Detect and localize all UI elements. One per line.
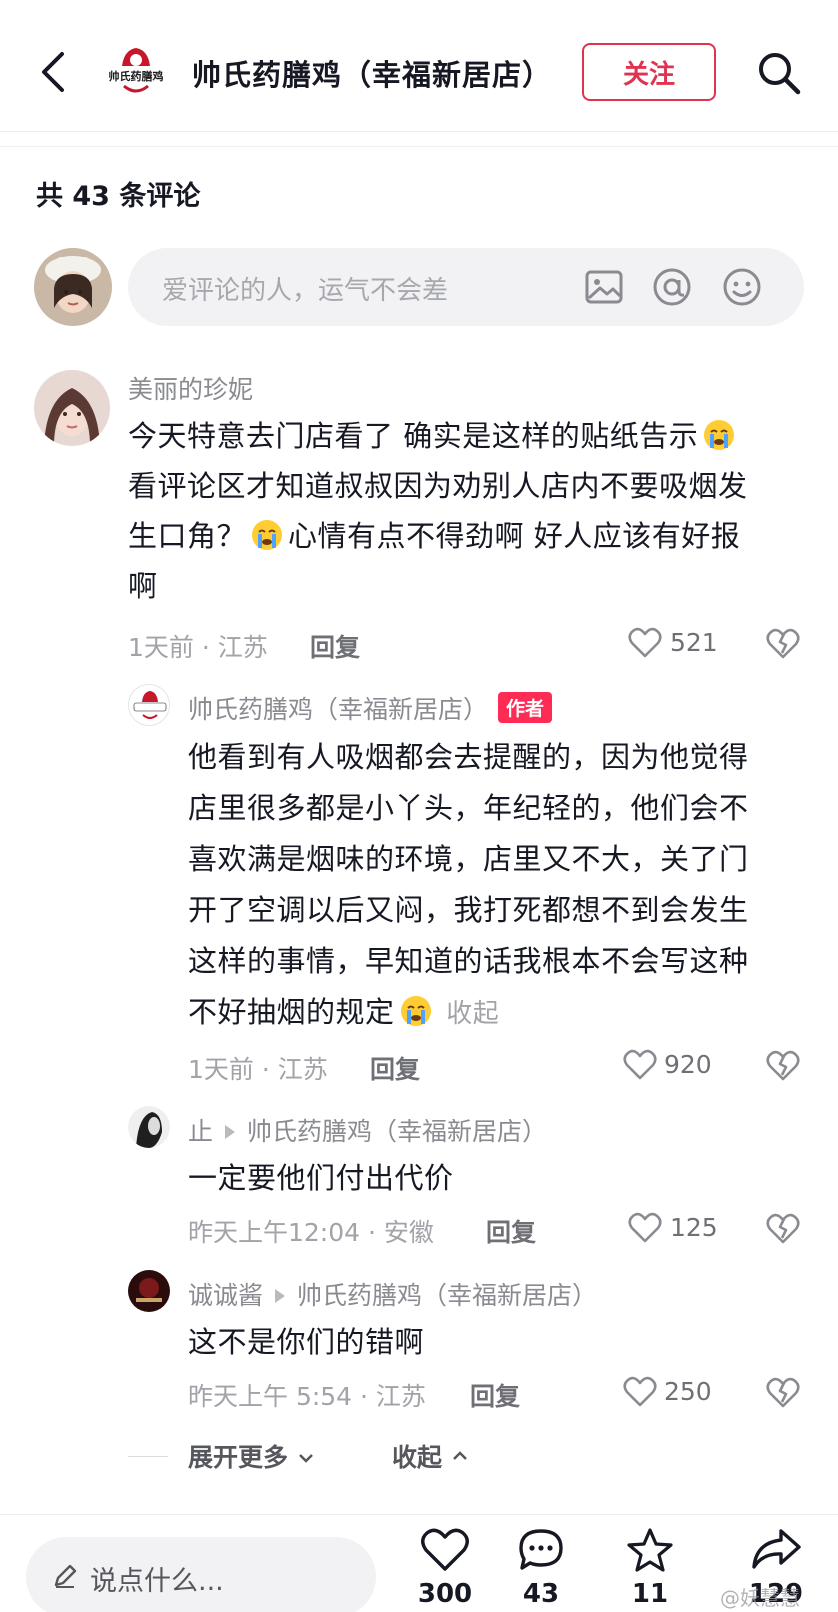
reply-text: 他看到有人吸烟都会去提醒的，因为他觉得 店里很多都是小丫头，年纪轻的，他们会不 … <box>188 732 798 1040</box>
reply-author-name: 帅氏药膳鸡（幸福新居店） 作者 <box>188 690 553 726</box>
reply-line: 这样的事情，早知道的话我根本不会写这种 <box>188 944 749 978</box>
reply-user-name[interactable]: 诚诚酱 <box>188 1281 263 1310</box>
bottom-action-bar: 说点什么... 300 43 11 129 <box>0 1514 838 1612</box>
comment-input-placeholder: 爱评论的人，运气不会差 <box>162 276 449 306</box>
like-action[interactable]: 300 <box>405 1527 485 1609</box>
reply-to-name[interactable]: 帅氏药膳鸡（幸福新居店） <box>247 1117 547 1146</box>
reply-line: 喜欢满是烟味的环境，店里又不大，关了门 <box>188 842 749 876</box>
reply-user-name[interactable]: 止 <box>188 1117 213 1146</box>
heart-icon[interactable] <box>628 627 662 659</box>
pencil-icon <box>54 1564 77 1588</box>
image-icon[interactable] <box>582 265 626 309</box>
like-count: 521 <box>670 628 718 657</box>
commenter-avatar[interactable] <box>34 370 110 446</box>
reply-line: 店里很多都是小丫头，年纪轻的，他们会不 <box>188 791 749 825</box>
dislike-icon[interactable] <box>766 1375 800 1409</box>
shop-logo[interactable]: 帅氏药膳鸡 <box>100 36 172 108</box>
my-avatar[interactable] <box>34 248 112 326</box>
at-icon[interactable] <box>650 265 694 309</box>
reply-button[interactable]: 回复 <box>310 628 360 664</box>
reply-button[interactable]: 回复 <box>486 1213 536 1249</box>
comment-line: 今天特意去门店看了 确实是这样的贴纸告示 <box>128 411 788 461</box>
reply-avatar[interactable] <box>128 1106 170 1148</box>
reply-author-name-text[interactable]: 帅氏药膳鸡（幸福新居店） <box>188 695 488 724</box>
expand-divider <box>128 1456 168 1457</box>
heart-icon[interactable] <box>623 1049 657 1081</box>
chevron-down-icon <box>298 1454 313 1463</box>
star-icon <box>627 1528 673 1572</box>
reply-to-arrow-icon <box>225 1125 236 1139</box>
author-badge: 作者 <box>498 692 553 723</box>
collapse-replies-button[interactable]: 收起 <box>392 1438 469 1474</box>
crying-emoji-icon <box>252 520 283 550</box>
dislike-icon[interactable] <box>766 626 800 660</box>
back-icon[interactable] <box>38 50 68 94</box>
comment-line: 生口角？ 心情有点不得劲啊 好人应该有好报 <box>128 519 741 553</box>
like-total: 300 <box>417 1579 473 1609</box>
expand-more-label: 展开更多 <box>188 1443 289 1472</box>
share-icon <box>752 1529 801 1569</box>
dislike-icon[interactable] <box>766 1211 800 1245</box>
heart-icon[interactable] <box>628 1212 662 1244</box>
comment-total: 43 <box>522 1579 560 1609</box>
like-count: 250 <box>664 1377 712 1406</box>
comment-line: 看评论区才知道叔叔因为劝别人店内不要吸烟发 <box>128 469 748 503</box>
comment-text: 今天特意去门店看了 确实是这样的贴纸告示 看评论区才知道叔叔因为劝别人店内不要吸… <box>128 411 788 611</box>
favorite-action[interactable]: 11 <box>610 1527 690 1609</box>
say-something-input[interactable]: 说点什么... <box>26 1537 376 1612</box>
reply-line: 不好抽烟的规定 收起 <box>188 995 500 1029</box>
search-icon[interactable] <box>756 50 802 96</box>
chevron-up-icon <box>452 1451 467 1460</box>
comment-line: 啊 <box>128 569 158 603</box>
reply-meta: 1天前 · 江苏 <box>188 1055 328 1084</box>
heart-icon[interactable] <box>623 1376 657 1408</box>
collapse-replies-label: 收起 <box>392 1443 443 1472</box>
reply-button[interactable]: 回复 <box>370 1050 420 1086</box>
reply-avatar[interactable] <box>128 1270 170 1312</box>
header-divider <box>0 146 838 147</box>
reply-line: 他看到有人吸烟都会去提醒的，因为他觉得 <box>188 740 749 774</box>
reply-to-arrow-icon <box>275 1289 286 1303</box>
top-header: 帅氏药膳鸡 帅氏药膳鸡（幸福新居店） 关注 <box>0 0 838 132</box>
dislike-icon[interactable] <box>766 1048 800 1082</box>
comment-input[interactable]: 爱评论的人，运气不会差 <box>128 248 804 326</box>
comment-action[interactable]: 43 <box>501 1527 581 1609</box>
shop-title[interactable]: 帅氏药膳鸡（幸福新居店） <box>192 52 552 94</box>
heart-icon <box>421 1528 469 1571</box>
reply-meta: 昨天上午 5:54 · 江苏 <box>188 1382 426 1411</box>
say-something-placeholder: 说点什么... <box>90 1566 224 1597</box>
reply-line: 开了空调以后又闷，我打死都想不到会发生 <box>188 893 749 927</box>
collapse-text-button[interactable]: 收起 <box>446 999 499 1029</box>
comment-icon <box>519 1529 563 1570</box>
reply-to-name[interactable]: 帅氏药膳鸡（幸福新居店） <box>297 1281 597 1310</box>
comment-meta: 1天前 · 江苏 <box>128 633 268 662</box>
like-count: 125 <box>670 1213 718 1242</box>
emoji-icon[interactable] <box>720 265 764 309</box>
reply-text: 一定要他们付出代价 <box>188 1161 454 1195</box>
shop-logo-image: 帅氏药膳鸡 <box>101 37 171 107</box>
watermark: @妖慧慧 <box>720 1586 800 1610</box>
comment-count: 共 43 条评论 <box>36 181 201 212</box>
reply-button[interactable]: 回复 <box>470 1377 520 1413</box>
commenter-name[interactable]: 美丽的珍妮 <box>128 370 253 406</box>
crying-emoji-icon <box>400 996 431 1026</box>
reply-text: 这不是你们的错啊 <box>188 1325 425 1359</box>
svg-text:帅氏药膳鸡: 帅氏药膳鸡 <box>109 69 164 83</box>
expand-more-button[interactable]: 展开更多 <box>188 1438 315 1474</box>
crying-emoji-icon <box>704 420 735 450</box>
author-avatar[interactable] <box>128 684 170 726</box>
favorite-total: 11 <box>631 1579 669 1609</box>
reply-meta: 昨天上午12:04 · 安徽 <box>188 1218 434 1247</box>
reply-header: 止 帅氏药膳鸡（幸福新居店） <box>188 1112 547 1148</box>
like-count: 920 <box>664 1050 712 1079</box>
reply-header: 诚诚酱 帅氏药膳鸡（幸福新居店） <box>188 1276 597 1312</box>
follow-button[interactable]: 关注 <box>582 43 716 101</box>
